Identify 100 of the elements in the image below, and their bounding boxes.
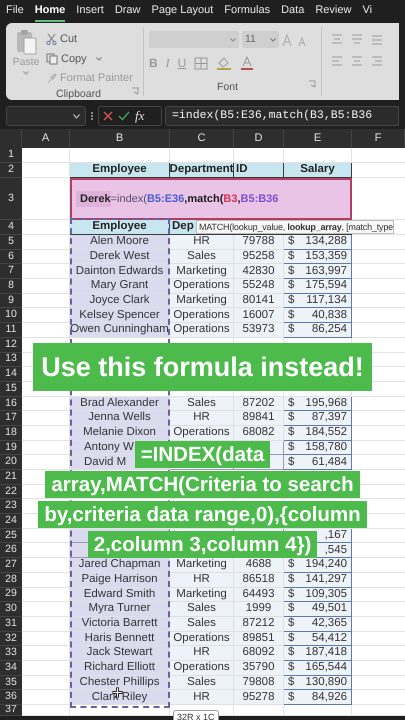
formula-field[interactable]: =index(B5:E36,match(B3,B5:B36 xyxy=(165,106,399,126)
header-cell: Salary xyxy=(284,163,352,178)
row-header[interactable]: 16 xyxy=(0,396,22,412)
row-header[interactable]: 1 xyxy=(0,148,22,163)
table-cell: Dainton Edwards xyxy=(70,264,170,280)
menu-tab[interactable]: Review xyxy=(315,2,352,22)
row-header[interactable]: 26 xyxy=(0,543,22,558)
salary-value: 109,305 xyxy=(305,586,347,602)
row-header[interactable]: 19 xyxy=(0,440,22,456)
row-header[interactable]: 3 xyxy=(0,178,22,220)
row-header[interactable]: 37 xyxy=(0,705,22,716)
row-header[interactable]: 21 xyxy=(0,470,22,485)
row-header[interactable]: 31 xyxy=(0,616,22,632)
salary-value: 84,926 xyxy=(312,690,347,705)
row-header[interactable]: 25 xyxy=(0,528,22,544)
header-cell: Department xyxy=(170,163,234,178)
caption: Use this formula instead! xyxy=(33,343,372,391)
table-cell: 79808 xyxy=(234,676,284,690)
salary-value: 141,297 xyxy=(305,572,347,588)
salary-value: 187,418 xyxy=(305,645,347,660)
row-header[interactable]: 15 xyxy=(0,382,22,397)
column-header[interactable]: E xyxy=(284,129,352,148)
menu-tab[interactable]: Formulas xyxy=(224,2,270,22)
table-cell: Richard Elliott xyxy=(70,660,170,676)
salary-value: 153,359 xyxy=(305,248,347,264)
currency-symbol: $ xyxy=(288,396,294,411)
table-cell: Derek West xyxy=(70,250,170,264)
table-cell: HR xyxy=(170,572,234,588)
salary-value: 117,134 xyxy=(306,292,347,308)
table-cell: 86518 xyxy=(234,572,284,588)
table-cell: HR xyxy=(170,235,234,250)
row-header[interactable]: 9 xyxy=(0,294,22,308)
row-header[interactable]: 36 xyxy=(0,690,22,705)
selection-size-badge: 32R x 1C xyxy=(173,710,219,720)
function-tooltip: MATCH(lookup_value, lookup_array, [match_type xyxy=(196,220,394,234)
row-header[interactable]: 6 xyxy=(0,250,22,264)
font-size-dropdown[interactable]: 11 xyxy=(242,31,279,48)
currency-symbol: $ xyxy=(288,440,294,455)
menu-tab[interactable]: Data xyxy=(281,2,304,22)
table-cell: 89851 xyxy=(234,632,284,646)
row-header[interactable]: 20 xyxy=(0,455,22,470)
menu-tab[interactable]: Draw xyxy=(114,2,140,22)
table-cell: 1999 xyxy=(234,602,284,617)
row-header[interactable]: 5 xyxy=(0,235,22,250)
table-cell: Sales xyxy=(170,396,234,412)
row-header[interactable]: 2 xyxy=(0,163,22,178)
row-header[interactable]: 32 xyxy=(0,632,22,646)
row-header[interactable]: 29 xyxy=(0,588,22,602)
table-cell: Brad Alexander xyxy=(70,396,170,412)
column-header[interactable]: F xyxy=(352,129,405,148)
salary-value: 42,365 xyxy=(312,616,347,632)
currency-symbol: $ xyxy=(288,630,294,646)
cell-value: Derek xyxy=(76,190,111,208)
menu-tab[interactable]: File xyxy=(6,2,24,22)
column-header[interactable]: A xyxy=(22,129,70,148)
row-header[interactable]: 8 xyxy=(0,279,22,294)
salary-value: 86,254 xyxy=(312,322,347,338)
row-header[interactable]: 35 xyxy=(0,676,22,690)
copy-button[interactable]: Copy xyxy=(46,50,133,67)
salary-value: 158,780 xyxy=(305,440,347,455)
table-cell: 35790 xyxy=(234,660,284,676)
currency-symbol: $ xyxy=(288,234,294,250)
row-header[interactable]: 30 xyxy=(0,602,22,617)
row-header[interactable]: 4 xyxy=(0,220,22,235)
row-header[interactable]: 17 xyxy=(0,411,22,426)
currency-symbol: $ xyxy=(288,674,294,690)
cut-button[interactable]: Cut xyxy=(46,31,133,48)
table-cell: Operations xyxy=(170,632,234,646)
row-header[interactable]: 33 xyxy=(0,646,22,661)
row-header[interactable]: 22 xyxy=(0,484,22,500)
table-cell: Joyce Clark xyxy=(70,294,170,308)
row-header[interactable]: 27 xyxy=(0,558,22,573)
column-header[interactable]: C xyxy=(170,129,234,148)
row-header[interactable]: 13 xyxy=(0,352,22,368)
row-header[interactable]: 24 xyxy=(0,514,22,529)
salary-value: 184,552 xyxy=(305,425,347,440)
formula-text: =index(B5:E36,match(B3,B5:B36 xyxy=(172,108,372,124)
insert-function-button[interactable]: fx xyxy=(135,106,144,126)
table-cell: Marketing xyxy=(170,588,234,602)
row-header[interactable]: 11 xyxy=(0,323,22,338)
row-header[interactable]: 23 xyxy=(0,499,22,514)
row-header[interactable]: 34 xyxy=(0,660,22,676)
currency-symbol: $ xyxy=(288,322,294,338)
menu-tab[interactable]: Insert xyxy=(76,2,104,22)
row-header[interactable]: 18 xyxy=(0,426,22,441)
row-header[interactable]: 12 xyxy=(0,338,22,352)
menu-tab[interactable]: Vi xyxy=(362,2,372,22)
row-header[interactable]: 7 xyxy=(0,264,22,280)
table-cell: Operations xyxy=(170,308,234,324)
row-header[interactable]: 28 xyxy=(0,572,22,588)
column-header[interactable]: D xyxy=(234,129,284,148)
menu-tab[interactable]: Page Layout xyxy=(151,2,214,22)
column-header[interactable]: B xyxy=(70,129,170,148)
table-cell: 55248 xyxy=(234,279,284,294)
row-header[interactable]: 14 xyxy=(0,367,22,382)
row-header[interactable]: 10 xyxy=(0,308,22,324)
table-cell: Operations xyxy=(170,660,234,676)
editing-cell[interactable]: Derek=index(B5:E36,match(B3,B5:B36 xyxy=(70,178,352,220)
currency-symbol: $ xyxy=(288,410,294,426)
table-cell: 95278 xyxy=(234,690,284,705)
